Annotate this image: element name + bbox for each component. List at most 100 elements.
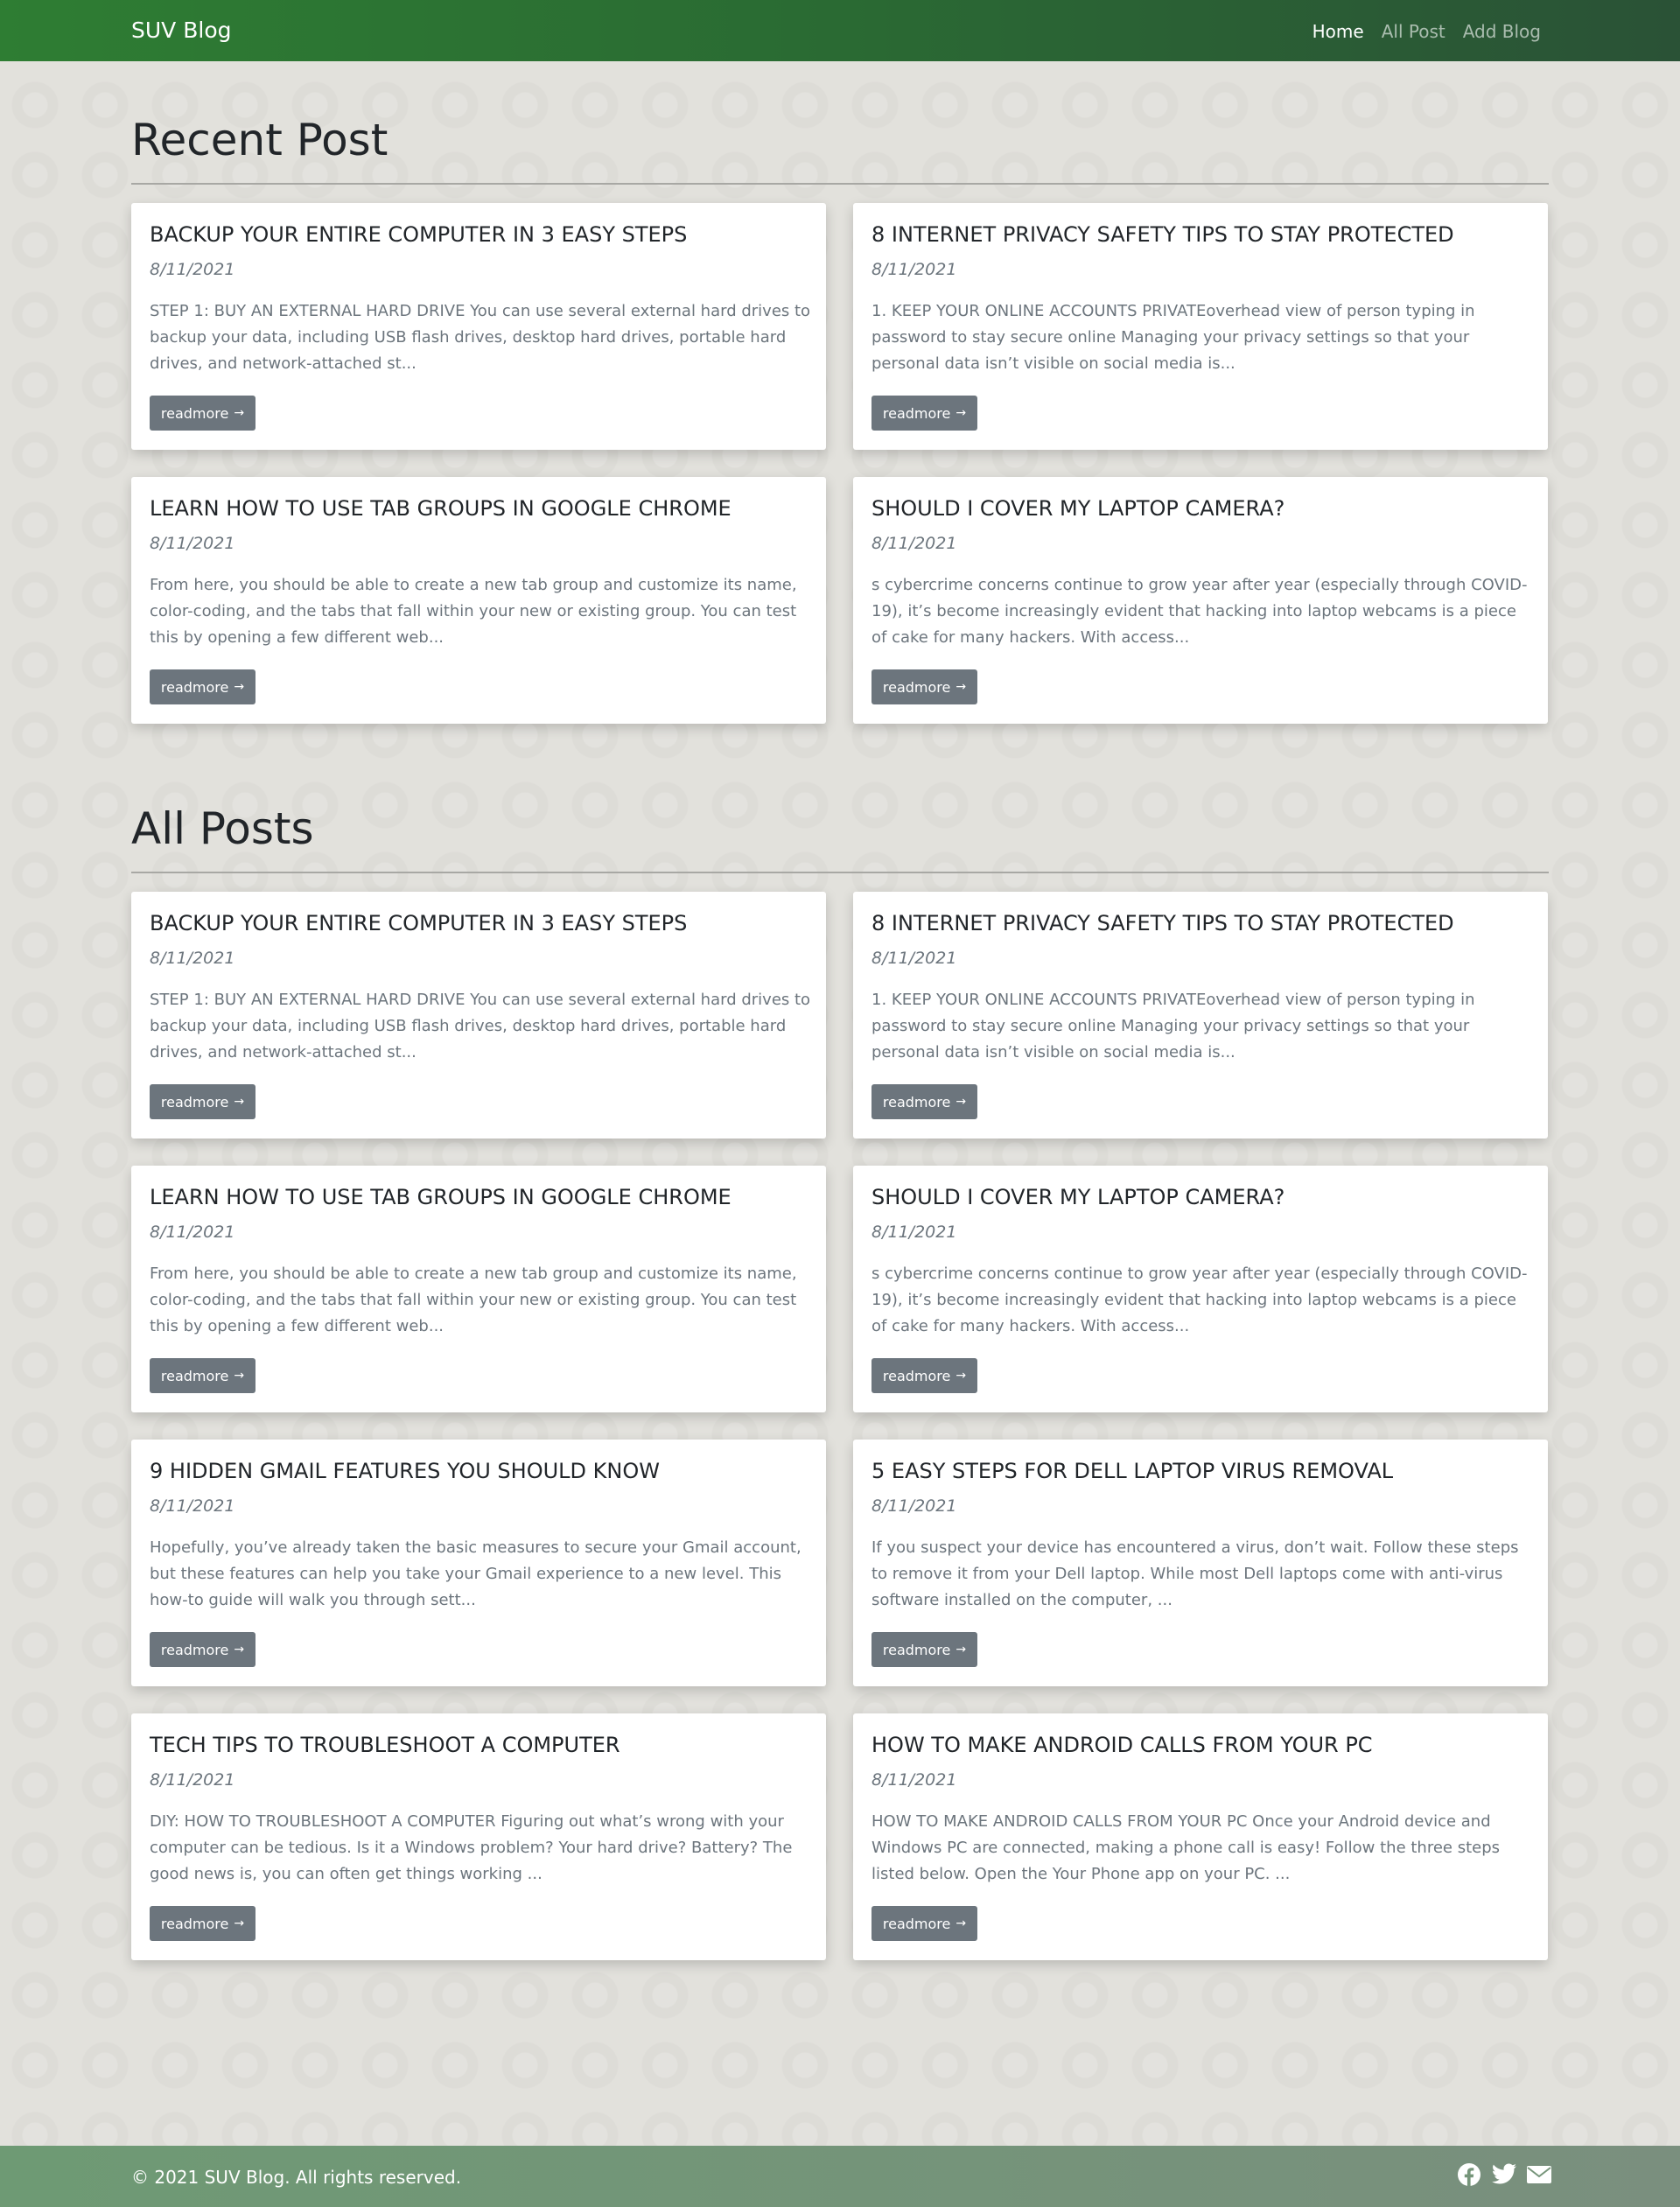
post-excerpt: From here, you should be able to create … [150, 1265, 797, 1335]
post-excerpt: Hopefully, you’ve already taken the basi… [150, 1538, 802, 1609]
post-title: TECH TIPS TO TROUBLESHOOT A COMPUTER [150, 1733, 620, 1757]
post-title: LEARN HOW TO USE TAB GROUPS IN GOOGLE CH… [150, 496, 732, 521]
post-excerpt: 1. KEEP YOUR ONLINE ACCOUNTS PRIVATEover… [872, 302, 1475, 373]
readmore-button[interactable]: readmore → [872, 396, 977, 431]
readmore-label: readmore [160, 404, 229, 422]
readmore-button[interactable]: readmore → [150, 1906, 256, 1941]
readmore-button[interactable]: readmore → [872, 669, 977, 704]
post-card: LEARN HOW TO USE TAB GROUPS IN GOOGLE CH… [131, 1166, 826, 1412]
arrow-right-icon: → [234, 1916, 245, 1930]
readmore-label: readmore [882, 1641, 951, 1658]
readmore-label: readmore [882, 1093, 951, 1111]
post-title: 9 HIDDEN GMAIL FEATURES YOU SHOULD KNOW [150, 1459, 660, 1483]
post-title: LEARN HOW TO USE TAB GROUPS IN GOOGLE CH… [150, 1185, 732, 1209]
social-links [1456, 2161, 1552, 2188]
post-title: SHOULD I COVER MY LAPTOP CAMERA? [872, 1185, 1285, 1209]
post-date: 8/11/2021 [872, 949, 957, 968]
readmore-button[interactable]: readmore → [150, 1358, 256, 1393]
arrow-right-icon: → [234, 1643, 245, 1657]
post-excerpt: s cybercrime concerns continue to grow y… [872, 1265, 1528, 1335]
post-card: 8 INTERNET PRIVACY SAFETY TIPS TO STAY P… [853, 892, 1548, 1139]
post-date: 8/11/2021 [150, 1223, 235, 1242]
readmore-label: readmore [882, 404, 951, 422]
readmore-button[interactable]: readmore → [150, 1084, 256, 1119]
post-card: SHOULD I COVER MY LAPTOP CAMERA? 8/11/20… [853, 477, 1548, 724]
post-date: 8/11/2021 [872, 534, 957, 553]
readmore-button[interactable]: readmore → [150, 669, 256, 704]
post-title: 8 INTERNET PRIVACY SAFETY TIPS TO STAY P… [872, 911, 1454, 935]
post-excerpt: If you suspect your device has encounter… [872, 1538, 1519, 1609]
readmore-button[interactable]: readmore → [872, 1084, 977, 1119]
post-date: 8/11/2021 [150, 1496, 235, 1516]
nav-link-add-blog[interactable]: Add Blog [1463, 19, 1541, 44]
nav-links: Home All Post Add Blog [1312, 19, 1541, 44]
post-date: 8/11/2021 [150, 260, 235, 279]
post-date: 8/11/2021 [150, 534, 235, 553]
post-excerpt: From here, you should be able to create … [150, 576, 797, 647]
post-card: HOW TO MAKE ANDROID CALLS FROM YOUR PC 8… [853, 1713, 1548, 1960]
post-card: BACKUP YOUR ENTIRE COMPUTER IN 3 EASY ST… [131, 892, 826, 1139]
twitter-icon[interactable] [1491, 2161, 1517, 2188]
post-date: 8/11/2021 [872, 1770, 957, 1790]
post-title: 5 EASY STEPS FOR DELL LAPTOP VIRUS REMOV… [872, 1459, 1394, 1483]
readmore-button[interactable]: readmore → [150, 1632, 256, 1667]
post-excerpt: HOW TO MAKE ANDROID CALLS FROM YOUR PC O… [872, 1812, 1501, 1883]
readmore-button[interactable]: readmore → [872, 1632, 977, 1667]
brand-logo-link[interactable]: SUV Blog [131, 16, 231, 46]
recent-divider [131, 183, 1549, 185]
arrow-right-icon: → [234, 1095, 245, 1109]
navbar: SUV Blog Home All Post Add Blog [0, 0, 1680, 61]
post-excerpt: s cybercrime concerns continue to grow y… [872, 576, 1528, 647]
readmore-label: readmore [882, 1915, 951, 1932]
post-excerpt: STEP 1: BUY AN EXTERNAL HARD DRIVE You c… [150, 991, 811, 1061]
arrow-right-icon: → [956, 1916, 967, 1930]
post-date: 8/11/2021 [150, 949, 235, 968]
arrow-right-icon: → [234, 1369, 245, 1383]
footer: © 2021 SUV Blog. All rights reserved. [0, 2146, 1680, 2207]
post-card: LEARN HOW TO USE TAB GROUPS IN GOOGLE CH… [131, 477, 826, 724]
post-title: BACKUP YOUR ENTIRE COMPUTER IN 3 EASY ST… [150, 222, 688, 247]
readmore-button[interactable]: readmore → [872, 1906, 977, 1941]
copyright-text: © 2021 SUV Blog. All rights reserved. [131, 2167, 462, 2188]
all-posts-section-title: All Posts [131, 803, 314, 854]
recent-section-title: Recent Post [131, 115, 388, 165]
post-excerpt: STEP 1: BUY AN EXTERNAL HARD DRIVE You c… [150, 302, 811, 373]
post-title: SHOULD I COVER MY LAPTOP CAMERA? [872, 496, 1285, 521]
facebook-icon[interactable] [1456, 2161, 1482, 2188]
post-card: 5 EASY STEPS FOR DELL LAPTOP VIRUS REMOV… [853, 1440, 1548, 1686]
post-card: SHOULD I COVER MY LAPTOP CAMERA? 8/11/20… [853, 1166, 1548, 1412]
all-posts-divider [131, 872, 1549, 873]
post-card: BACKUP YOUR ENTIRE COMPUTER IN 3 EASY ST… [131, 203, 826, 450]
post-excerpt: DIY: HOW TO TROUBLESHOOT A COMPUTER Figu… [150, 1812, 793, 1883]
readmore-label: readmore [882, 678, 951, 696]
arrow-right-icon: → [956, 1643, 967, 1657]
arrow-right-icon: → [234, 406, 245, 420]
arrow-right-icon: → [234, 680, 245, 694]
readmore-label: readmore [160, 1367, 229, 1384]
post-date: 8/11/2021 [872, 260, 957, 279]
arrow-right-icon: → [956, 680, 967, 694]
post-date: 8/11/2021 [872, 1223, 957, 1242]
post-title: BACKUP YOUR ENTIRE COMPUTER IN 3 EASY ST… [150, 911, 688, 935]
post-card: 8 INTERNET PRIVACY SAFETY TIPS TO STAY P… [853, 203, 1548, 450]
readmore-label: readmore [160, 678, 229, 696]
readmore-label: readmore [160, 1093, 229, 1111]
readmore-button[interactable]: readmore → [150, 396, 256, 431]
post-date: 8/11/2021 [872, 1496, 957, 1516]
post-title: 8 INTERNET PRIVACY SAFETY TIPS TO STAY P… [872, 222, 1454, 247]
post-title: HOW TO MAKE ANDROID CALLS FROM YOUR PC [872, 1733, 1373, 1757]
readmore-label: readmore [160, 1915, 229, 1932]
mail-icon[interactable] [1526, 2161, 1552, 2188]
readmore-button[interactable]: readmore → [872, 1358, 977, 1393]
nav-link-all-post[interactable]: All Post [1382, 19, 1446, 44]
readmore-label: readmore [160, 1641, 229, 1658]
post-card: 9 HIDDEN GMAIL FEATURES YOU SHOULD KNOW … [131, 1440, 826, 1686]
post-card: TECH TIPS TO TROUBLESHOOT A COMPUTER 8/1… [131, 1713, 826, 1960]
arrow-right-icon: → [956, 406, 967, 420]
arrow-right-icon: → [956, 1369, 967, 1383]
arrow-right-icon: → [956, 1095, 967, 1109]
post-excerpt: 1. KEEP YOUR ONLINE ACCOUNTS PRIVATEover… [872, 991, 1475, 1061]
readmore-label: readmore [882, 1367, 951, 1384]
nav-link-home[interactable]: Home [1312, 19, 1364, 44]
post-date: 8/11/2021 [150, 1770, 235, 1790]
